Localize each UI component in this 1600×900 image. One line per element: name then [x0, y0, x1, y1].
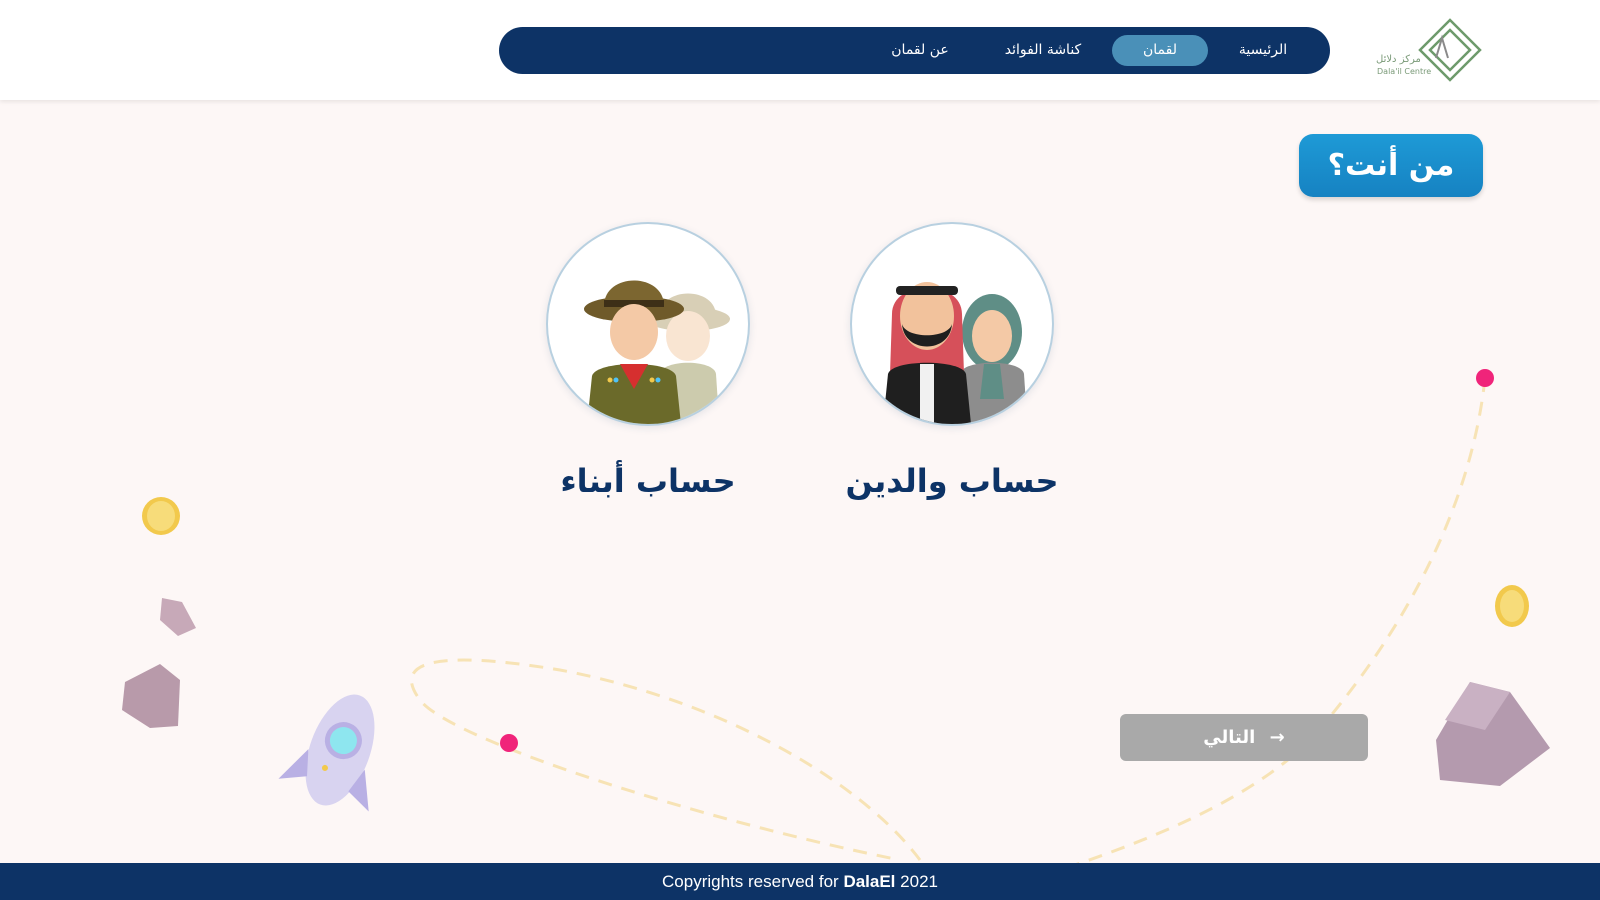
arrow-right-icon: → — [1269, 727, 1285, 748]
site-footer: Copyrights reserved for DalaEl 2021 — [0, 863, 1600, 900]
rocket-icon — [278, 694, 375, 812]
footer-prefix: Copyrights reserved for — [662, 872, 839, 891]
rock-small-icon — [160, 598, 196, 636]
nav-item-about-luqman[interactable]: عن لقمان — [870, 35, 970, 66]
footer-year: 2021 — [900, 872, 938, 891]
page-title-badge: من أنت؟ — [1299, 134, 1483, 197]
site-header: الرئيسية لقمان كناشة الفوائد عن لقمان مر… — [0, 0, 1600, 100]
nav-item-home[interactable]: الرئيسية — [1219, 35, 1307, 66]
rock-large-icon — [1436, 682, 1550, 786]
next-button-label: التالي — [1203, 727, 1256, 748]
pink-dot-left — [500, 734, 518, 752]
page-title: من أنت؟ — [1327, 148, 1455, 183]
children-account-label[interactable]: حساب أبناء — [518, 462, 778, 500]
coin-left-icon — [142, 497, 180, 535]
dashed-path-right — [1059, 377, 1487, 872]
parents-illustration-icon — [883, 282, 1028, 424]
children-account-card[interactable] — [546, 222, 750, 426]
logo-arabic-text: مركز دلائل — [1376, 54, 1421, 65]
next-button[interactable]: التالي → — [1120, 714, 1368, 761]
parents-account-label[interactable]: حساب والدين — [822, 462, 1082, 500]
coin-right-icon — [1495, 585, 1529, 627]
nav-item-benefits-notebook[interactable]: كناشة الفوائد — [988, 35, 1098, 66]
main-nav: الرئيسية لقمان كناشة الفوائد عن لقمان — [499, 27, 1330, 74]
pink-dot-right — [1476, 369, 1494, 387]
children-illustration-icon — [584, 280, 730, 424]
nav-item-luqman[interactable]: لقمان — [1112, 35, 1208, 66]
footer-brand: DalaEl — [843, 872, 896, 891]
parents-account-card[interactable] — [850, 222, 1054, 426]
rock-medium-icon — [122, 664, 180, 728]
logo-english-text: Dala'il Centre — [1377, 67, 1432, 76]
dashed-orbit-left — [410, 658, 922, 862]
